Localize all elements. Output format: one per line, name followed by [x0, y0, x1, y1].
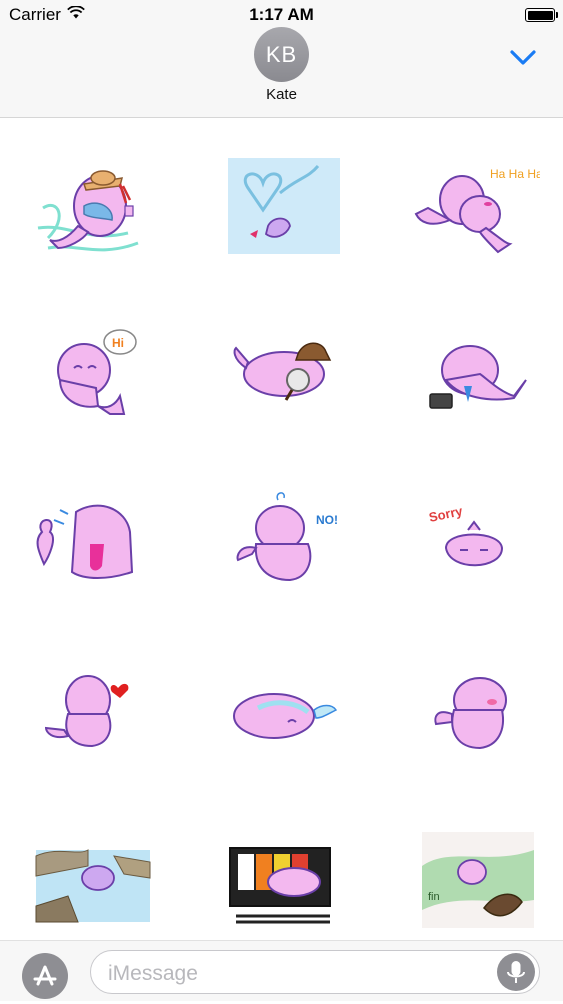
compose-bar: iMessage: [0, 940, 563, 1001]
sticker-hi-dolphin[interactable]: Hi: [28, 318, 158, 448]
sticker-fin-text: fin: [428, 891, 440, 903]
message-placeholder: iMessage: [108, 962, 198, 985]
sticker-no-dolphin[interactable]: NO!: [218, 488, 348, 618]
sticker-dolphin-leaves[interactable]: fin: [410, 826, 540, 956]
sticker-bento-dolphin[interactable]: [218, 826, 348, 956]
app-store-icon[interactable]: [22, 953, 68, 999]
sticker-business-dolphin[interactable]: [410, 318, 540, 448]
sticker-heart-sky[interactable]: [218, 148, 348, 278]
sticker-grid: Ha Ha Ha Hi NO! Sorry fin: [0, 118, 563, 938]
battery-icon: [525, 8, 558, 22]
sticker-laugh-text: Ha Ha Ha: [490, 167, 540, 181]
sticker-detective-dolphin[interactable]: [218, 318, 348, 448]
sticker-tongue-dolphin[interactable]: [28, 488, 158, 618]
sticker-hi-text: Hi: [112, 336, 124, 350]
sticker-sorry-dolphin[interactable]: Sorry: [410, 488, 540, 618]
contact-name[interactable]: Kate: [0, 86, 563, 103]
sticker-laughing-dolphins[interactable]: Ha Ha Ha: [410, 148, 540, 278]
sticker-no-text: NO!: [316, 513, 338, 527]
sticker-dolphin-scarf-hat[interactable]: [28, 148, 158, 278]
chevron-down-icon[interactable]: [506, 44, 540, 72]
status-bar: Carrier 1:17 AM: [0, 0, 563, 30]
conversation-header: Carrier 1:17 AM KB Kate: [0, 0, 563, 118]
status-time: 1:17 AM: [249, 5, 314, 24]
microphone-icon[interactable]: [497, 953, 535, 991]
contact-avatar[interactable]: KB: [254, 27, 309, 82]
sticker-heart-dolphin[interactable]: [28, 658, 158, 788]
sticker-shy-dolphin[interactable]: [410, 658, 540, 788]
sticker-sleeping-dolphin[interactable]: [218, 658, 348, 788]
sticker-sorry-text: Sorry: [428, 503, 465, 525]
sticker-dolphin-river[interactable]: [28, 826, 158, 956]
